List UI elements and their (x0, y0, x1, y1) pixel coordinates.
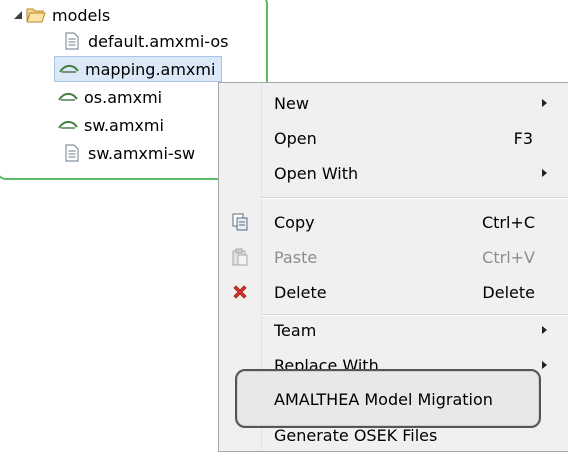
menu-item-amalthea-model-migration[interactable]: AMALTHEA Model Migration (235, 369, 541, 428)
tree-file-label: sw.amxmi-sw (88, 143, 196, 163)
tree-file-label: os.amxmi (84, 87, 163, 107)
text-file-icon (62, 143, 82, 163)
menu-item-delete[interactable]: Delete Delete (219, 276, 568, 308)
tree-file-default-amxmi-os[interactable]: default.amxmi-os (62, 29, 228, 53)
menu-item-open-with[interactable]: Open With (219, 157, 568, 189)
submenu-arrow-icon (542, 169, 547, 177)
collapse-arrow-icon[interactable] (12, 9, 26, 23)
paste-icon (232, 248, 248, 266)
tree-folder-models[interactable]: models (26, 3, 110, 27)
submenu-arrow-icon (542, 326, 547, 334)
tree-file-label: sw.amxmi (84, 115, 164, 135)
tree-file-label: mapping.amxmi (85, 59, 216, 79)
amalthea-model-icon (58, 115, 78, 135)
menu-item-shortcut: F3 (513, 129, 533, 148)
menu-item-label: Open (274, 129, 317, 148)
menu-item-team[interactable]: Team (219, 314, 568, 346)
text-file-icon (62, 31, 82, 51)
copy-icon (232, 213, 248, 231)
menu-item-new[interactable]: New (219, 87, 568, 119)
menu-item-label: Generate OSEK Files (274, 426, 438, 445)
amalthea-model-icon (59, 59, 79, 79)
menu-item-shortcut: Delete (482, 283, 535, 302)
tree-file-os-amxmi[interactable]: os.amxmi (58, 85, 162, 109)
submenu-arrow-icon (542, 99, 547, 107)
menu-item-label: Team (274, 321, 317, 340)
menu-item-shortcut: Ctrl+V (482, 248, 535, 267)
menu-item-label: Paste (274, 248, 318, 267)
menu-item-label: AMALTHEA Model Migration (274, 390, 493, 409)
menu-item-shortcut: Ctrl+C (481, 213, 535, 232)
tree-file-sw-amxmi-sw[interactable]: sw.amxmi-sw (62, 141, 195, 165)
menu-item-open[interactable]: Open F3 (219, 122, 568, 154)
folder-open-icon (26, 5, 46, 25)
tree-file-sw-amxmi[interactable]: sw.amxmi (58, 113, 164, 137)
tree-file-mapping-amxmi[interactable]: mapping.amxmi (54, 56, 223, 82)
menu-item-label: Open With (274, 164, 359, 183)
menu-item-copy[interactable]: Copy Ctrl+C (219, 206, 568, 238)
delete-icon (233, 285, 247, 299)
submenu-arrow-icon (542, 361, 547, 369)
tree-folder-label: models (52, 5, 111, 25)
tree-file-label: default.amxmi-os (88, 31, 229, 51)
menu-item-label: Delete (274, 283, 327, 302)
amalthea-model-icon (58, 87, 78, 107)
menu-separator (261, 197, 568, 199)
menu-item-label: Copy (274, 213, 315, 232)
menu-item-paste[interactable]: Paste Ctrl+V (219, 241, 568, 273)
menu-item-label: New (274, 94, 309, 113)
